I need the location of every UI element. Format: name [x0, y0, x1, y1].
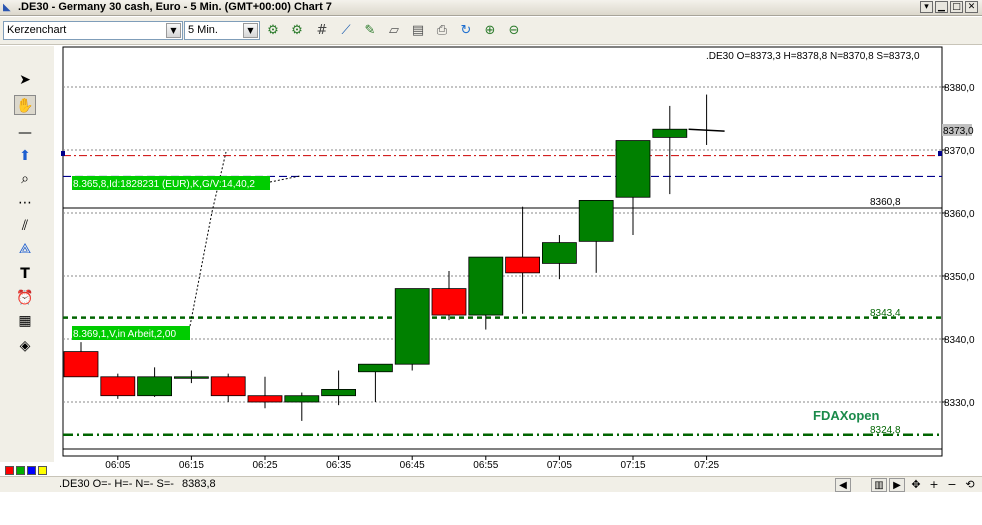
fdax-open-label: FDAXopen	[813, 408, 880, 423]
chart-type-select[interactable]: Kerzenchart ▼	[3, 21, 183, 40]
y-tick-label: 8370,0	[944, 146, 975, 157]
scroll-left-icon[interactable]: ◀	[835, 478, 851, 492]
ohlc-header: .DE30 O=8373,3 H=8378,8 N=8370,8 S=8373,…	[706, 51, 920, 62]
candle[interactable]	[394, 288, 430, 371]
x-tick-label: 06:45	[400, 460, 425, 471]
candle-body	[431, 288, 467, 316]
window-title: .DE30 - Germany 30 cash, Euro - 5 Min. (…	[18, 1, 332, 13]
maximize-icon[interactable]: □	[950, 1, 963, 13]
chevron-down-icon[interactable]: ▼	[243, 23, 258, 38]
draw-icon[interactable]: ▱	[385, 22, 403, 40]
status-ohlc: .DE30 O=- H=- N=- S=-	[59, 478, 174, 490]
time-axis: 06:05 06:15 06:25 06:35 06:45 06:55 07:05 07:15…	[105, 456, 720, 471]
app-icon: ◣	[3, 2, 11, 13]
hline-8360-label: 8360,8	[870, 197, 901, 208]
refresh-icon[interactable]: ↻	[457, 22, 475, 40]
candle-body	[505, 256, 541, 274]
pan-icon[interactable]: ✥	[908, 478, 924, 492]
zoom-plus-icon[interactable]: +	[926, 478, 942, 492]
candle-body	[63, 351, 99, 378]
interval-select[interactable]: 5 Min. ▼	[184, 21, 260, 40]
grid-icon[interactable]: #	[313, 22, 331, 40]
candle-body	[468, 256, 504, 316]
title-bar: ◣ .DE30 - Germany 30 cash, Euro - 5 Min.…	[0, 0, 982, 16]
x-tick-label: 06:35	[326, 460, 351, 471]
order-label-2[interactable]: 8.369,1,V,in Arbeit,2,00	[73, 329, 176, 340]
candle-body	[321, 388, 357, 397]
x-tick-label: 06:25	[252, 460, 277, 471]
current-price-label: 8373,0	[943, 126, 974, 137]
indicator-add-icon[interactable]: ⚙	[264, 22, 282, 40]
candle[interactable]	[100, 373, 136, 399]
y-tick-label: 8340,0	[944, 335, 975, 346]
hline-8324-label: 8324,8	[870, 425, 901, 436]
y-tick-label: 8360,0	[944, 209, 975, 220]
scroll-thumb-icon[interactable]: ▥	[871, 478, 887, 492]
restore-down-icon[interactable]: ▾	[920, 1, 933, 13]
candle-body	[357, 363, 393, 373]
x-tick-label: 06:15	[179, 460, 204, 471]
indicator-settings-icon[interactable]: ⚙	[288, 22, 306, 40]
toolbar: Kerzenchart ▼ 5 Min. ▼ ⚙ ⚙ # ⟋ ✎ ▱ ▤ ⎙ ↻…	[0, 17, 982, 45]
plot-area	[62, 46, 943, 457]
close-icon[interactable]: ✕	[965, 1, 978, 13]
print-icon[interactable]: ⎙	[433, 22, 451, 40]
line-chart-icon[interactable]: ⟋	[337, 22, 355, 40]
chart-type-value: Kerzenchart	[7, 24, 67, 36]
x-tick-label: 06:55	[473, 460, 498, 471]
candle-body	[100, 376, 136, 397]
x-tick-label: 07:15	[620, 460, 645, 471]
candle-body	[173, 376, 209, 379]
candle-body	[284, 395, 320, 403]
interval-value: 5 Min.	[188, 24, 218, 36]
chart-window: ◣ .DE30 - Germany 30 cash, Euro - 5 Min.…	[0, 0, 982, 525]
y-tick-label: 8330,0	[944, 398, 975, 409]
y-tick-label: 8350,0	[944, 272, 975, 283]
zoom-out-icon[interactable]: ⊖	[505, 22, 523, 40]
edit-icon[interactable]: ✎	[361, 22, 379, 40]
candle-body	[247, 395, 283, 403]
price-chart[interactable]: 8380,0 8370,0 8360,0 8350,0 8340,0 8330,0 06:…	[0, 46, 982, 476]
chevron-down-icon[interactable]: ▼	[166, 23, 181, 38]
y-tick-label: 8380,0	[944, 83, 975, 94]
order-marker-right[interactable]	[938, 151, 942, 156]
candle-body	[578, 199, 614, 242]
zoom-in-icon[interactable]: ⊕	[481, 22, 499, 40]
candle-body	[210, 376, 246, 397]
hline-8343-label: 8343,4	[870, 308, 901, 319]
zoom-minus-icon[interactable]: −	[944, 478, 960, 492]
minimize-icon[interactable]: ▁	[935, 1, 948, 13]
order-marker-left[interactable]	[61, 151, 65, 156]
candle-body	[542, 242, 577, 264]
x-tick-label: 07:05	[547, 460, 572, 471]
candle-body	[615, 140, 651, 198]
x-tick-label: 06:05	[105, 460, 130, 471]
status-bar: .DE30 O=- H=- N=- S=- 8383,8 ◀ ▥ ▶ ✥ + −…	[0, 476, 982, 492]
candle-body	[394, 288, 430, 365]
scroll-right-icon[interactable]: ▶	[889, 478, 905, 492]
candle-body	[652, 128, 688, 138]
template-icon[interactable]: ▤	[409, 22, 427, 40]
candle-body	[137, 376, 173, 397]
status-price: 8383,8	[182, 478, 216, 490]
order-label-1[interactable]: 8.365,8,Id:1828231 (EUR),K,G/V:14,40,2	[73, 179, 255, 190]
x-tick-label: 07:25	[694, 460, 719, 471]
reset-view-icon[interactable]: ⟲	[962, 478, 978, 492]
